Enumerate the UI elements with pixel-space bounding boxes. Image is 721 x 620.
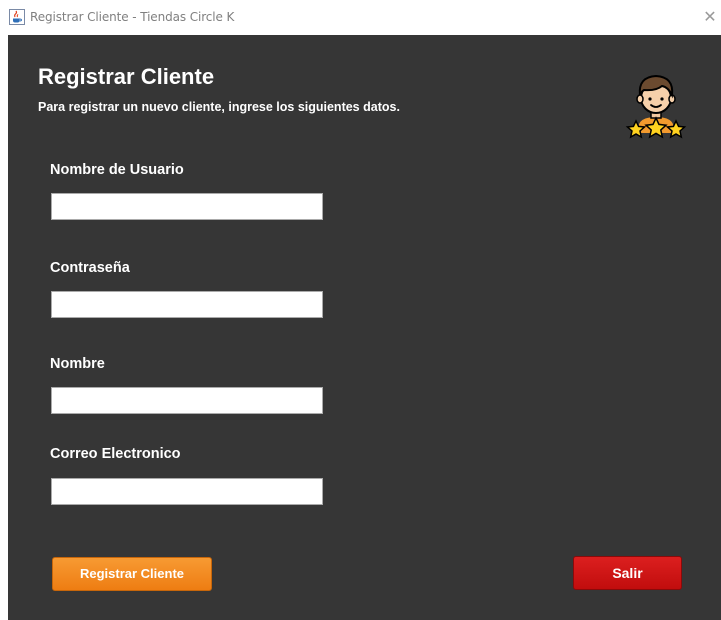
name-label: Nombre [50, 356, 105, 372]
username-label: Nombre de Usuario [50, 162, 184, 178]
title-bar[interactable]: Registrar Cliente - Tiendas Circle K ✕ [0, 0, 721, 34]
close-button[interactable]: ✕ [701, 8, 719, 26]
username-input[interactable] [51, 193, 323, 220]
email-input[interactable] [51, 478, 323, 505]
page-title: Registrar Cliente [38, 64, 215, 89]
password-label: Contraseña [50, 260, 130, 276]
window-title: Registrar Cliente - Tiendas Circle K [30, 10, 235, 24]
email-label: Correo Electronico [50, 446, 181, 462]
form-panel: Registrar Cliente Para registrar un nuev… [8, 35, 721, 620]
exit-button[interactable]: Salir [573, 556, 682, 590]
page-subtitle: Para registrar un nuevo cliente, ingrese… [38, 100, 400, 114]
register-client-button[interactable]: Registrar Cliente [52, 557, 212, 591]
customer-stars-icon [625, 74, 687, 139]
password-input[interactable] [51, 291, 323, 318]
name-input[interactable] [51, 387, 323, 414]
java-icon [9, 9, 25, 25]
app-window: Registrar Cliente - Tiendas Circle K ✕ R… [0, 0, 721, 620]
